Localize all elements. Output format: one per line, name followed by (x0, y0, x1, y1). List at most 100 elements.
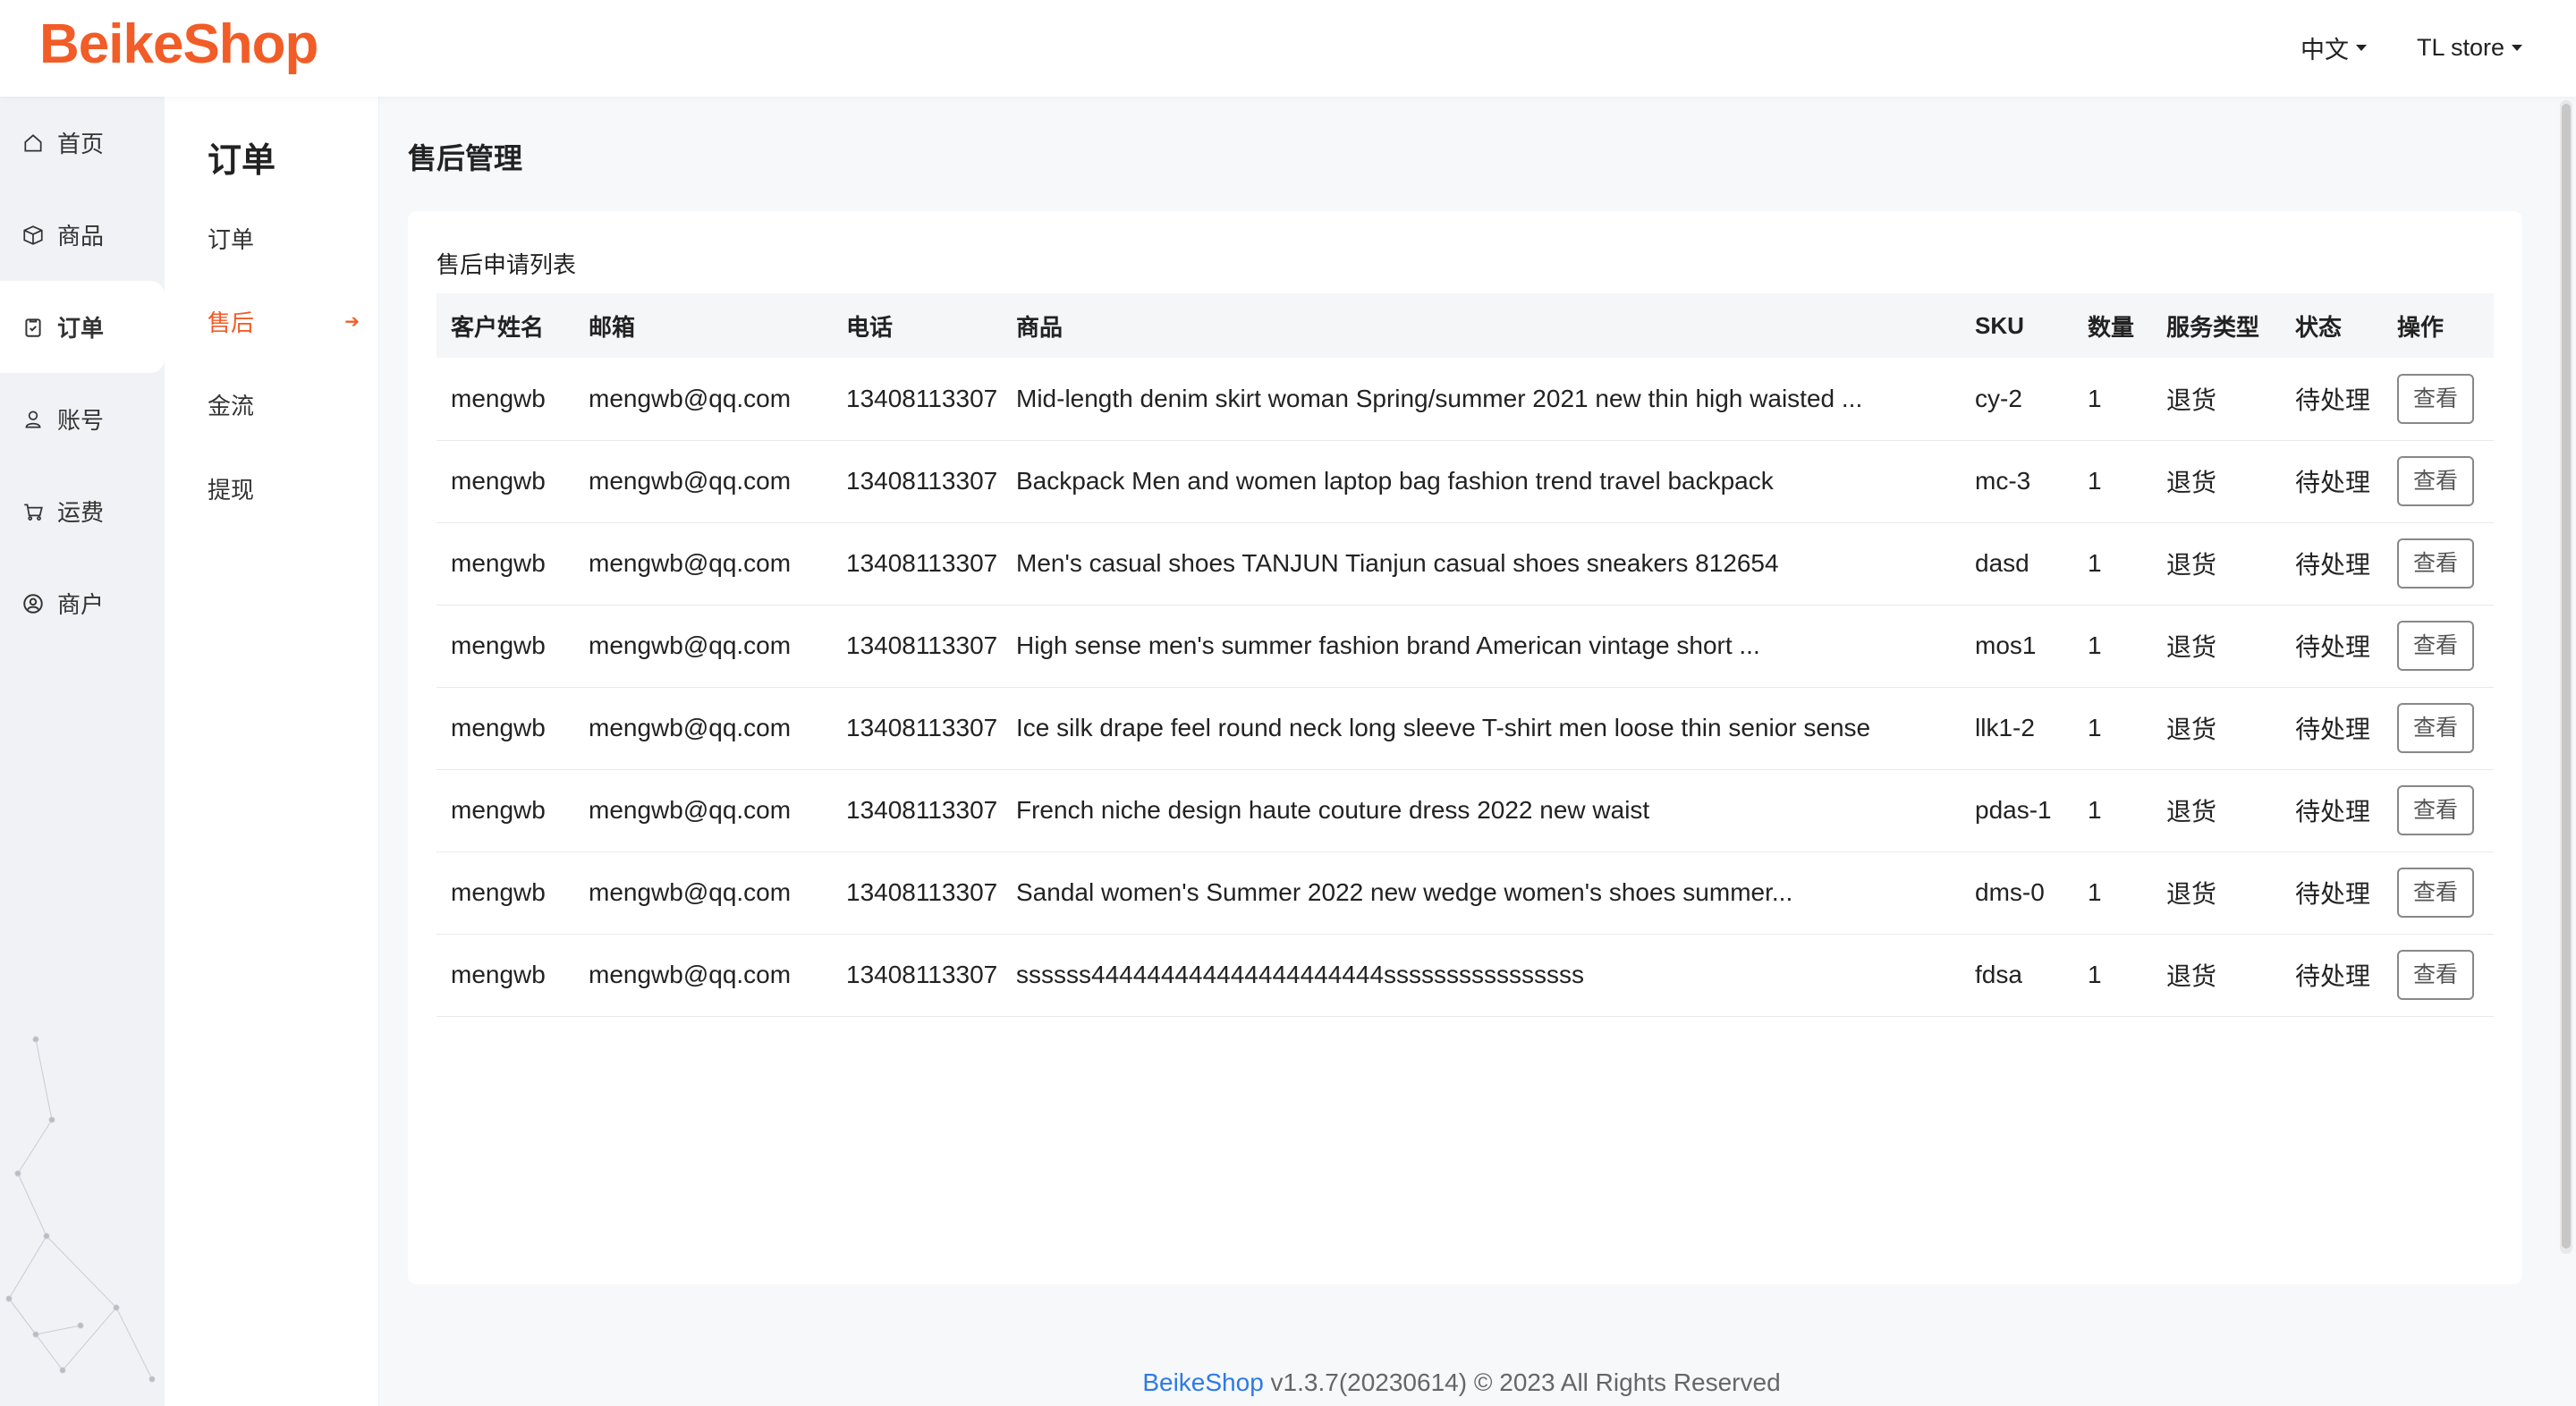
action-cell: 查看 (2383, 440, 2494, 523)
customer-name-cell: mengwb (436, 687, 574, 770)
customer-name-cell: mengwb (436, 605, 574, 688)
product-cell: Sandal women's Summer 2022 new wedge wom… (1002, 851, 1961, 935)
sidebar-item-merchant[interactable]: 商户 (0, 557, 165, 649)
table-row: mengwb mengwb@qq.com 13408113307 Men's c… (436, 522, 2494, 606)
sidebar-item-label: 账号 (57, 407, 105, 434)
column-header: 状态 (2281, 293, 2383, 358)
table-row: mengwb mengwb@qq.com 13408113307 Backpac… (436, 440, 2494, 523)
logo[interactable]: BeikeShop (39, 13, 318, 76)
column-header: 电话 (832, 293, 1002, 358)
view-button[interactable]: 查看 (2397, 785, 2474, 835)
sidebar-item-orders[interactable]: 订单 (0, 281, 165, 373)
view-button[interactable]: 查看 (2397, 373, 2474, 424)
main-content: 售后管理 售后申请列表 客户姓名 邮箱 电话 商品 SKU 数量 服务类型 状态… (379, 97, 2544, 1406)
status-cell: 待处理 (2281, 769, 2383, 852)
user-icon (21, 408, 45, 431)
quantity-cell: 1 (2073, 522, 2152, 606)
email-cell: mengwb@qq.com (574, 687, 832, 770)
view-button[interactable]: 查看 (2397, 456, 2474, 506)
table-row: mengwb mengwb@qq.com 13408113307 High se… (436, 605, 2494, 688)
sidebar: 首页 商品 订单 账号 运费 商户 (0, 97, 165, 1406)
product-cell: Ice silk drape feel round neck long slee… (1002, 687, 1961, 770)
sidebar-item-products[interactable]: 商品 (0, 189, 165, 281)
email-cell: mengwb@qq.com (574, 934, 832, 1017)
action-cell: 查看 (2383, 769, 2494, 852)
column-header: 邮箱 (574, 293, 832, 358)
phone-cell: 13408113307 (832, 934, 1002, 1017)
sku-cell: cy-2 (1961, 358, 2073, 441)
service-type-cell: 退货 (2152, 851, 2281, 935)
sidebar-item-label: 首页 (57, 131, 105, 157)
clipboard-icon (21, 316, 45, 339)
sidebar-item-label: 商品 (57, 223, 105, 250)
column-header: 客户姓名 (436, 293, 574, 358)
column-header: SKU (1961, 293, 2073, 358)
phone-cell: 13408113307 (832, 687, 1002, 770)
email-cell: mengwb@qq.com (574, 440, 832, 523)
phone-cell: 13408113307 (832, 522, 1002, 606)
phone-cell: 13408113307 (832, 440, 1002, 523)
table-row: mengwb mengwb@qq.com 13408113307 ssssss4… (436, 934, 2494, 1017)
view-button[interactable]: 查看 (2397, 950, 2474, 1000)
network-decoration (5, 1036, 156, 1383)
column-header: 数量 (2073, 293, 2152, 358)
column-header: 操作 (2383, 293, 2494, 358)
action-cell: 查看 (2383, 851, 2494, 935)
status-cell: 待处理 (2281, 934, 2383, 1017)
sidebar-item-shipping[interactable]: 运费 (0, 465, 165, 557)
footer-version: v1.3.7(20230614) (1270, 1368, 1468, 1396)
card-title: 售后申请列表 (436, 251, 577, 278)
view-button[interactable]: 查看 (2397, 703, 2474, 753)
subnav-item-label: 提现 (208, 477, 255, 504)
column-header: 商品 (1002, 293, 1961, 358)
quantity-cell: 1 (2073, 934, 2152, 1017)
view-button[interactable]: 查看 (2397, 538, 2474, 589)
cart-icon (21, 500, 45, 523)
store-label: TL store (2416, 34, 2504, 61)
table-row: mengwb mengwb@qq.com 13408113307 Sandal … (436, 851, 2494, 935)
sidebar-item-home[interactable]: 首页 (0, 97, 165, 189)
service-type-cell: 退货 (2152, 440, 2281, 523)
phone-cell: 13408113307 (832, 358, 1002, 441)
subnav-item-label: 售后 (208, 309, 255, 336)
store-dropdown[interactable]: TL store (2417, 34, 2522, 62)
quantity-cell: 1 (2073, 769, 2152, 852)
product-cell: French niche design haute couture dress … (1002, 769, 1961, 852)
footer: BeikeShop v1.3.7(20230614) © 2023 All Ri… (379, 1368, 2544, 1397)
phone-cell: 13408113307 (832, 851, 1002, 935)
after-sales-table: 客户姓名 邮箱 电话 商品 SKU 数量 服务类型 状态 操作 mengwb m… (436, 293, 2494, 1017)
customer-name-cell: mengwb (436, 851, 574, 935)
phone-cell: 13408113307 (832, 605, 1002, 688)
email-cell: mengwb@qq.com (574, 769, 832, 852)
view-button[interactable]: 查看 (2397, 868, 2474, 918)
email-cell: mengwb@qq.com (574, 851, 832, 935)
top-right-menu: 中文 TL store (2301, 30, 2522, 65)
caret-down-icon (2355, 45, 2367, 51)
action-cell: 查看 (2383, 687, 2494, 770)
customer-name-cell: mengwb (436, 440, 574, 523)
subnav-item-cash-flow[interactable]: 金流 (208, 388, 360, 421)
subnav-item-withdraw[interactable]: 提现 (208, 472, 360, 505)
page-scrollbar[interactable] (2560, 100, 2572, 1254)
action-cell: 查看 (2383, 358, 2494, 441)
action-cell: 查看 (2383, 522, 2494, 606)
sub-navigation: 订单 订单 售后 ➔ 金流 提现 (165, 97, 379, 1406)
top-bar: BeikeShop 中文 TL store (0, 0, 2576, 97)
customer-name-cell: mengwb (436, 522, 574, 606)
quantity-cell: 1 (2073, 605, 2152, 688)
sku-cell: mos1 (1961, 605, 2073, 688)
sidebar-item-label: 商户 (57, 591, 105, 618)
email-cell: mengwb@qq.com (574, 522, 832, 606)
sidebar-item-account[interactable]: 账号 (0, 373, 165, 465)
language-dropdown[interactable]: 中文 (2301, 30, 2367, 65)
scrollbar-thumb[interactable] (2562, 104, 2571, 1249)
service-type-cell: 退货 (2152, 934, 2281, 1017)
view-button[interactable]: 查看 (2397, 621, 2474, 671)
service-type-cell: 退货 (2152, 358, 2281, 441)
subnav-item-after-sales[interactable]: 售后 ➔ (208, 305, 360, 338)
footer-brand-link[interactable]: BeikeShop (1142, 1368, 1263, 1396)
quantity-cell: 1 (2073, 358, 2152, 441)
subnav-item-orders[interactable]: 订单 (208, 222, 360, 255)
status-cell: 待处理 (2281, 851, 2383, 935)
sku-cell: dms-0 (1961, 851, 2073, 935)
